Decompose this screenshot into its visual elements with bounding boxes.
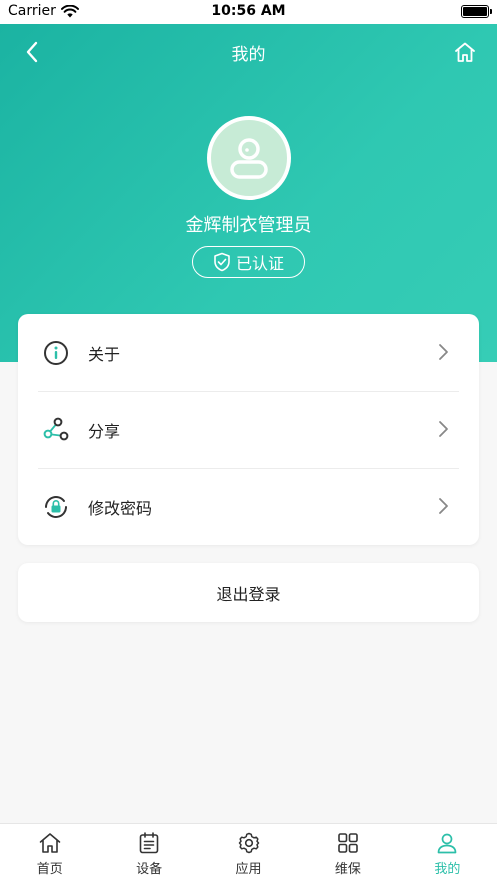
grid-icon	[338, 833, 358, 853]
user-icon	[437, 833, 457, 854]
logout-button[interactable]: 退出登录	[18, 563, 479, 622]
chevron-right-icon	[439, 421, 448, 437]
verified-label: 已认证	[235, 254, 284, 273]
share-icon	[42, 416, 70, 444]
lock-icon	[42, 493, 70, 521]
tab-label-maintenance: 维保	[334, 862, 361, 877]
menu-item-change-password[interactable]: 修改密码	[18, 468, 479, 545]
tab-mine[interactable]: 我的	[398, 824, 497, 883]
tab-home[interactable]: 首页	[0, 824, 99, 883]
tab-label-devices: 设备	[136, 862, 163, 877]
tab-maintenance[interactable]: 维保	[298, 824, 397, 883]
tab-bar: 首页 设备 应用 维保 我的	[0, 823, 497, 883]
settings-menu: 关于 分享 修改密码	[18, 314, 479, 545]
home-button[interactable]	[451, 38, 479, 66]
home-icon	[39, 833, 61, 853]
page-title: 我的	[231, 45, 266, 65]
home-icon	[455, 42, 475, 62]
status-bar: Carrier 10:56 AM	[0, 0, 497, 24]
chevron-right-icon	[439, 498, 448, 514]
chevron-right-icon	[439, 344, 448, 360]
verified-badge: 已认证	[192, 246, 305, 278]
tab-devices[interactable]: 设备	[99, 824, 198, 883]
menu-label-share: 分享	[88, 421, 121, 441]
tab-label-apps: 应用	[235, 862, 262, 877]
menu-label-about: 关于	[88, 344, 121, 364]
user-avatar-icon	[230, 138, 268, 179]
tab-label-home: 首页	[36, 862, 63, 877]
status-time: 10:56 AM	[211, 3, 286, 19]
info-icon	[42, 339, 70, 367]
tab-apps[interactable]: 应用	[199, 824, 298, 883]
shield-check-icon	[214, 252, 230, 272]
menu-label-change-password: 修改密码	[88, 498, 153, 518]
user-name: 金辉制衣管理员	[185, 215, 312, 236]
menu-item-about[interactable]: 关于	[18, 314, 479, 391]
menu-item-share[interactable]: 分享	[18, 391, 479, 468]
battery-icon	[461, 5, 492, 18]
avatar[interactable]	[207, 116, 291, 200]
gear-icon	[238, 832, 259, 854]
clipboard-icon	[139, 832, 159, 854]
tab-label-mine: 我的	[434, 862, 461, 877]
